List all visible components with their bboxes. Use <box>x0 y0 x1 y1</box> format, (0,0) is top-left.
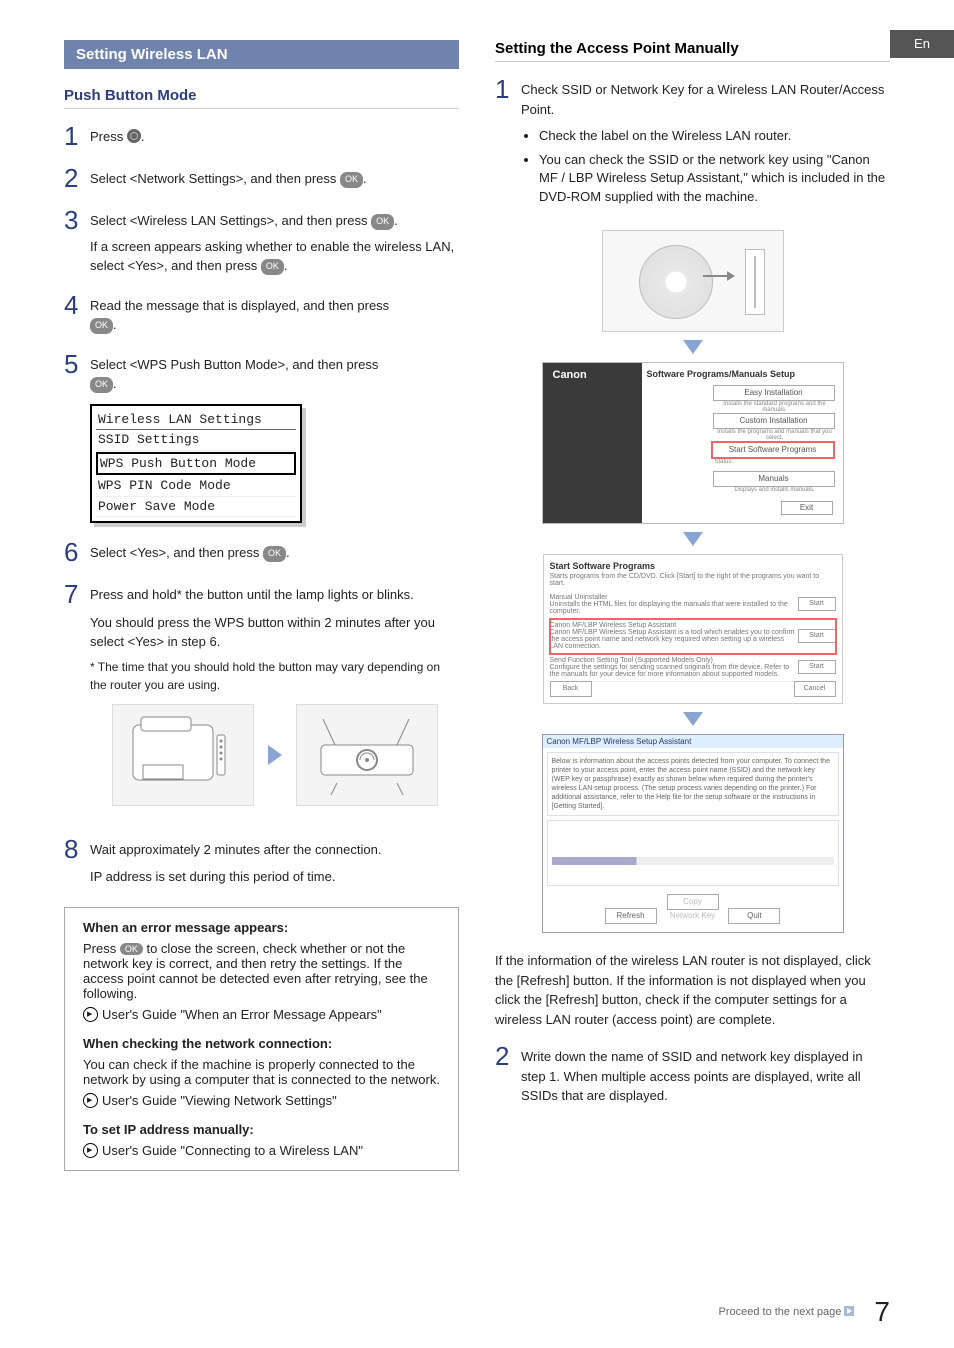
quit-button[interactable]: Quit <box>728 908 780 924</box>
step-number: 5 <box>64 351 90 524</box>
step-body: Read the message that is displayed, and … <box>90 292 459 335</box>
assistant-titlebar: Canon MF/LBP Wireless Setup Assistant <box>543 735 843 748</box>
assistant-figure: Canon MF/LBP Wireless Setup Assistant Be… <box>542 734 844 934</box>
reference-icon <box>83 1093 98 1108</box>
manuals-button[interactable]: Manuals <box>713 471 835 487</box>
language-tab: En <box>890 30 954 58</box>
ok-key-icon: OK <box>371 214 394 230</box>
arrow-down-icon <box>683 340 703 354</box>
page-footer: Proceed to the next page 7 <box>64 1296 890 1328</box>
step-body: Write down the name of SSID and network … <box>521 1043 890 1106</box>
installer-caption: Displays and installs manuals. <box>715 487 835 493</box>
start-button[interactable]: Start <box>798 660 836 674</box>
list-row: Send Function Setting Tool (Supported Mo… <box>550 657 798 678</box>
installer-caption: Installs the programs and manuals that y… <box>715 429 835 441</box>
bullet-item: Check the label on the Wireless LAN rout… <box>539 127 890 145</box>
router-icon <box>296 704 438 806</box>
printer-router-diagram <box>90 704 459 806</box>
reference-icon <box>83 1143 98 1158</box>
printer-icon <box>112 704 254 806</box>
menu-icon <box>127 129 141 143</box>
cancel-button[interactable]: Cancel <box>794 681 836 697</box>
step-body: Select <Yes>, and then press OK. <box>90 539 459 565</box>
step-number: 2 <box>495 1043 521 1106</box>
ok-key-icon: OK <box>90 318 113 334</box>
list-row: Manual Uninstaller Uninstalls the HTML f… <box>550 594 798 615</box>
lcd-item: WPS PIN Code Mode <box>96 476 296 497</box>
step-body: Press . <box>90 123 459 149</box>
assistant-table <box>547 820 839 886</box>
list-row: Canon MF/LBP Wireless Setup Assistant Ca… <box>550 622 798 650</box>
arrow-down-icon <box>683 532 703 546</box>
after-figures-text: If the information of the wireless LAN r… <box>495 951 890 1029</box>
step-body: Select <Wireless LAN Settings>, and then… <box>90 207 459 276</box>
page-number: 7 <box>874 1296 890 1328</box>
custom-install-button[interactable]: Custom Installation <box>713 413 835 429</box>
note-heading: To set IP address manually: <box>83 1122 440 1137</box>
brand-label: Canon <box>553 369 587 381</box>
start-software-button[interactable]: Start Software Programs <box>711 441 835 459</box>
step-number: 4 <box>64 292 90 335</box>
installer-figure: Canon Software Programs/Manuals Setup Ea… <box>542 362 844 524</box>
left-column: Setting Wireless LAN Push Button Mode 1 … <box>64 40 459 1171</box>
arrow-down-icon <box>683 712 703 726</box>
step-number: 1 <box>495 76 521 214</box>
lcd-title: Wireless LAN Settings <box>96 410 296 431</box>
copy-button[interactable]: Copy Network Key <box>667 894 719 910</box>
step-number: 7 <box>64 581 90 820</box>
figure-sequence: Canon Software Programs/Manuals Setup Ea… <box>495 230 890 934</box>
disc-figure <box>602 230 784 332</box>
installer-caption: Status: <box>711 459 835 465</box>
proceed-text: Proceed to the next page <box>718 1306 854 1318</box>
step-number: 2 <box>64 165 90 191</box>
assistant-info: Below is information about the access po… <box>547 752 839 817</box>
start-button[interactable]: Start <box>798 597 836 611</box>
step-body: Press and hold* the button until the lam… <box>90 581 459 820</box>
access-point-heading: Setting the Access Point Manually <box>495 40 890 62</box>
program-list-figure: Start Software Programs Starts programs … <box>543 554 843 704</box>
note-box: When an error message appears: Press OK … <box>64 907 459 1171</box>
step-body: Select <WPS Push Button Mode>, and then … <box>90 351 459 524</box>
list-title: Start Software Programs <box>550 561 836 571</box>
list-lead: Starts programs from the CD/DVD. Click [… <box>550 573 836 587</box>
step-number: 6 <box>64 539 90 565</box>
exit-button[interactable]: Exit <box>781 501 833 515</box>
installer-caption: Installs the standard programs and the m… <box>715 401 835 413</box>
back-button[interactable]: Back <box>550 681 592 697</box>
arrow-right-icon <box>268 745 282 765</box>
reference-icon <box>83 1007 98 1022</box>
ok-key-icon: OK <box>340 172 363 188</box>
easy-install-button[interactable]: Easy Installation <box>713 385 835 401</box>
start-button[interactable]: Start <box>798 629 836 643</box>
lcd-screen: Wireless LAN Settings SSID Settings WPS … <box>90 404 302 524</box>
installer-title: Software Programs/Manuals Setup <box>647 369 796 379</box>
arrow-right-icon <box>844 1306 854 1316</box>
lcd-item: Power Save Mode <box>96 497 296 518</box>
step-number: 8 <box>64 836 90 887</box>
push-button-mode-heading: Push Button Mode <box>64 87 459 109</box>
ok-key-icon: OK <box>261 259 284 275</box>
step-body: Wait approximately 2 minutes after the c… <box>90 836 459 887</box>
ok-key-icon: OK <box>263 546 286 562</box>
ok-key-icon: OK <box>120 943 143 955</box>
note-heading: When an error message appears: <box>83 920 440 935</box>
lcd-item-selected: WPS Push Button Mode <box>96 452 296 476</box>
page: En Setting Wireless LAN Push Button Mode… <box>0 0 954 1348</box>
lcd-item: SSID Settings <box>96 430 296 451</box>
right-column: Setting the Access Point Manually 1 Chec… <box>495 40 890 1171</box>
step-number: 3 <box>64 207 90 276</box>
refresh-button[interactable]: Refresh <box>605 908 657 924</box>
ok-key-icon: OK <box>90 377 113 393</box>
step-body: Check SSID or Network Key for a Wireless… <box>521 76 890 214</box>
step-body: Select <Network Settings>, and then pres… <box>90 165 459 191</box>
note-heading: When checking the network connection: <box>83 1036 440 1051</box>
bullet-item: You can check the SSID or the network ke… <box>539 151 890 206</box>
step-number: 1 <box>64 123 90 149</box>
section-bar: Setting Wireless LAN <box>64 40 459 69</box>
